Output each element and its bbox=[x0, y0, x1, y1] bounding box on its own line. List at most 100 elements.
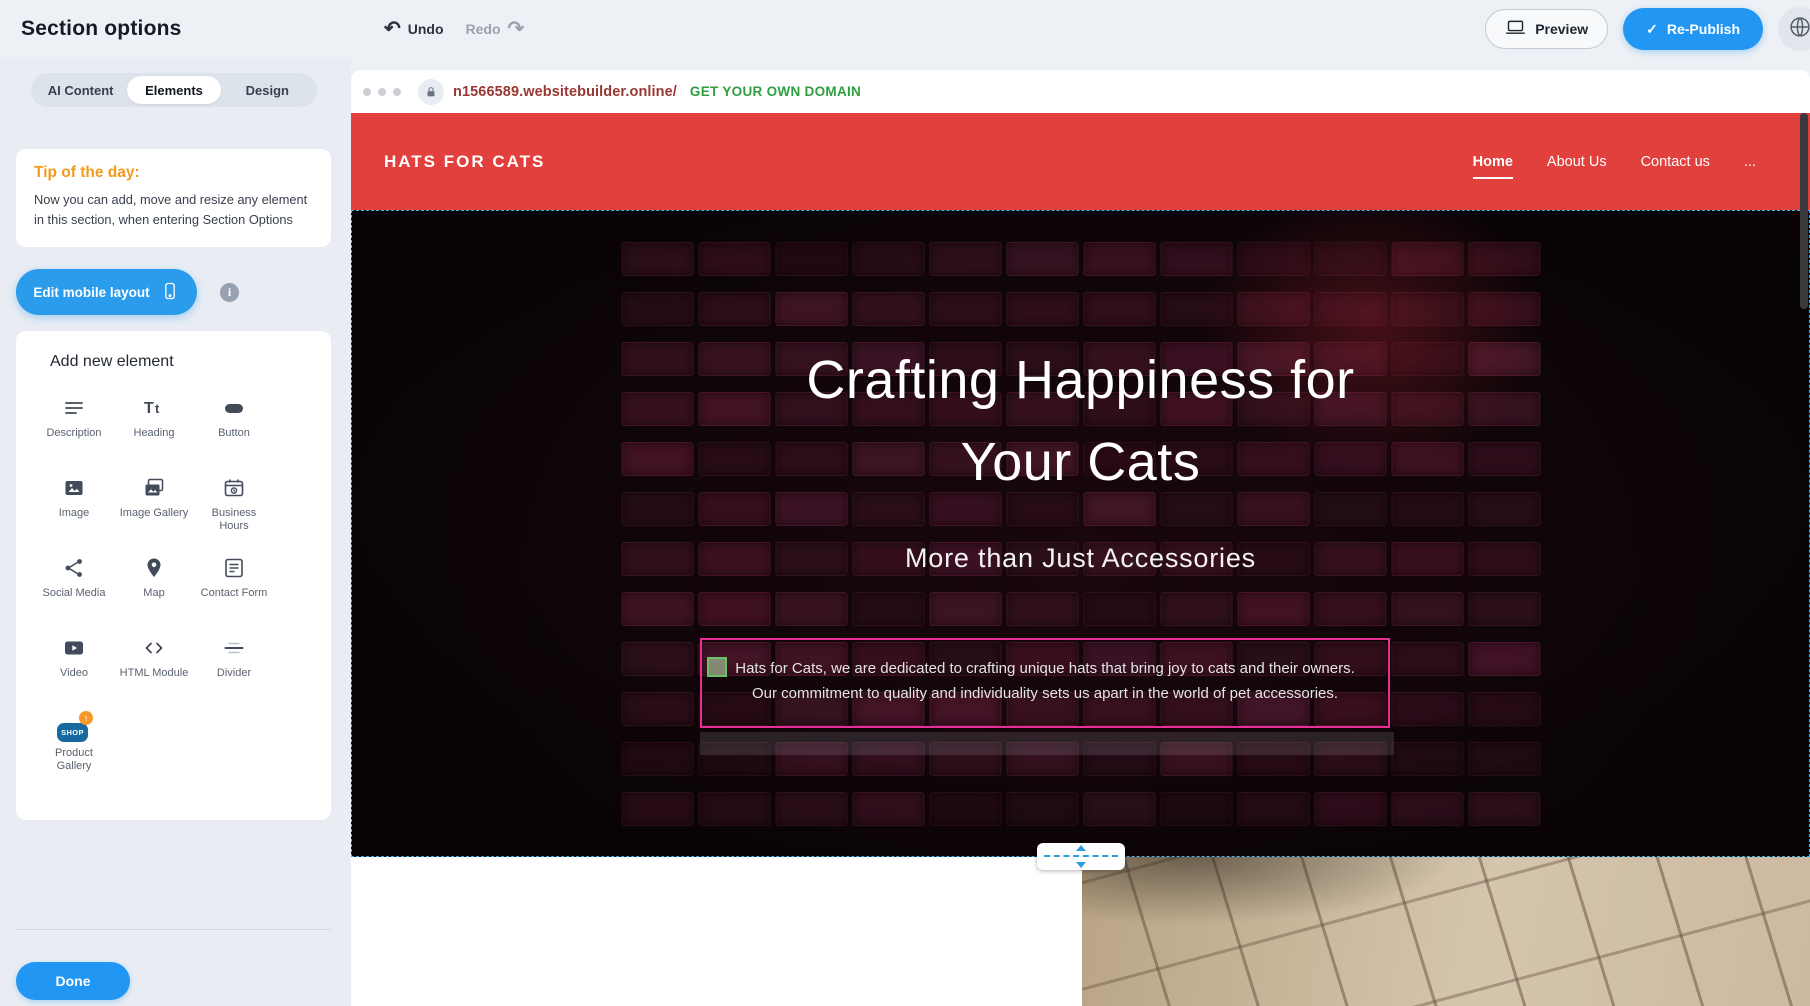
add-element-business-hours[interactable]: Business Hours bbox=[194, 473, 274, 553]
element-drag-handle[interactable] bbox=[707, 657, 727, 677]
tab-ai-content[interactable]: AI Content bbox=[34, 76, 127, 104]
add-element-html-module[interactable]: HTML Module bbox=[114, 633, 194, 713]
hero-tile bbox=[698, 592, 770, 626]
globe-icon bbox=[1787, 14, 1810, 45]
tab-elements[interactable]: Elements bbox=[127, 76, 220, 104]
selected-text-element[interactable]: Hats for Cats, we are dedicated to craft… bbox=[700, 638, 1390, 728]
svg-text:T: T bbox=[144, 400, 154, 417]
add-element-divider[interactable]: Divider bbox=[194, 633, 274, 713]
site-nav-more[interactable]: ... bbox=[1744, 154, 1756, 170]
republish-button[interactable]: ✓ Re-Publish bbox=[1623, 8, 1763, 50]
section-options-sidebar: AI ContentElementsDesign Tip of the day:… bbox=[0, 58, 351, 1006]
info-icon[interactable]: i bbox=[220, 283, 239, 302]
site-nav-home[interactable]: Home bbox=[1473, 154, 1513, 170]
hero-tile bbox=[1468, 642, 1540, 676]
hero-tile bbox=[1160, 592, 1232, 626]
hero-tile bbox=[1468, 242, 1540, 276]
site-logo: HATS FOR CATS bbox=[384, 152, 545, 172]
edit-mobile-layout-button[interactable]: Edit mobile layout bbox=[16, 269, 197, 315]
add-element-product-gallery[interactable]: SHOP↑Product Gallery bbox=[34, 713, 114, 793]
map-icon bbox=[142, 553, 166, 583]
image-gallery-icon bbox=[142, 473, 166, 503]
site-nav-contact-us[interactable]: Contact us bbox=[1641, 154, 1710, 170]
html-module-icon bbox=[142, 633, 166, 663]
element-margin-indicator bbox=[700, 732, 1394, 755]
next-section-photo bbox=[1082, 857, 1810, 1006]
hero-tile bbox=[1391, 292, 1463, 326]
social-media-icon bbox=[62, 553, 86, 583]
add-element-label: Video bbox=[60, 667, 88, 680]
description-icon bbox=[62, 393, 86, 423]
add-element-title: Add new element bbox=[50, 353, 331, 371]
hero-tile bbox=[1160, 792, 1232, 826]
section-resize-handle[interactable] bbox=[1037, 843, 1125, 870]
hero-tile bbox=[1314, 292, 1386, 326]
add-element-label: Map bbox=[143, 587, 164, 600]
hero-section-selected[interactable]: Crafting Happiness for Your Cats More th… bbox=[351, 210, 1810, 857]
get-domain-link[interactable]: GET YOUR OWN DOMAIN bbox=[690, 84, 861, 99]
add-element-button[interactable]: Button bbox=[194, 393, 274, 473]
sidebar-divider bbox=[16, 929, 331, 930]
headline-line: Your Cats bbox=[352, 421, 1809, 503]
hero-tile bbox=[929, 592, 1001, 626]
add-element-label: Image bbox=[59, 507, 90, 520]
window-dots bbox=[363, 88, 401, 96]
add-element-label: Contact Form bbox=[201, 587, 268, 600]
add-element-image[interactable]: Image bbox=[34, 473, 114, 553]
hero-tile bbox=[1083, 242, 1155, 276]
tip-title: Tip of the day: bbox=[34, 164, 313, 182]
hero-tile bbox=[1391, 642, 1463, 676]
next-section-background bbox=[351, 857, 1082, 1006]
hero-tile bbox=[698, 292, 770, 326]
language-globe-button[interactable] bbox=[1778, 7, 1810, 51]
sidebar-tabs: AI ContentElementsDesign bbox=[31, 73, 317, 107]
tab-design[interactable]: Design bbox=[221, 76, 314, 104]
add-element-label: Business Hours bbox=[199, 507, 269, 533]
headline-line: Crafting Happiness for bbox=[352, 339, 1809, 421]
hero-tile bbox=[1314, 592, 1386, 626]
hero-subheadline[interactable]: More than Just Accessories bbox=[352, 543, 1809, 574]
hero-tile bbox=[1468, 692, 1540, 726]
redo-icon: ↷ bbox=[508, 19, 525, 39]
check-icon: ✓ bbox=[1646, 21, 1658, 38]
hero-tile bbox=[621, 292, 693, 326]
contact-form-icon bbox=[222, 553, 246, 583]
preview-button[interactable]: Preview bbox=[1485, 9, 1608, 49]
add-element-map[interactable]: Map bbox=[114, 553, 194, 633]
redo-button[interactable]: Redo ↷ bbox=[466, 19, 525, 39]
add-element-label: Social Media bbox=[43, 587, 106, 600]
add-element-video[interactable]: Video bbox=[34, 633, 114, 713]
hero-tile bbox=[1237, 242, 1309, 276]
add-element-heading[interactable]: TtHeading bbox=[114, 393, 194, 473]
hero-tile bbox=[1006, 242, 1078, 276]
divider-icon bbox=[222, 633, 246, 663]
site-nav-about-us[interactable]: About Us bbox=[1547, 154, 1607, 170]
undo-button[interactable]: ↶ Undo bbox=[384, 19, 444, 39]
body-line: Hats for Cats, we are dedicated to craft… bbox=[702, 656, 1388, 681]
hero-tile bbox=[852, 242, 924, 276]
hero-tile bbox=[621, 692, 693, 726]
window-dot bbox=[363, 88, 371, 96]
hero-body-text: Hats for Cats, we are dedicated to craft… bbox=[702, 656, 1388, 706]
add-element-label: Description bbox=[46, 427, 101, 440]
hero-tile bbox=[1391, 592, 1463, 626]
mobile-layout-row: Edit mobile layout i bbox=[16, 269, 239, 315]
hero-tile bbox=[621, 242, 693, 276]
hero-tile bbox=[775, 242, 847, 276]
add-element-social-media[interactable]: Social Media bbox=[34, 553, 114, 633]
add-element-description[interactable]: Description bbox=[34, 393, 114, 473]
window-dot bbox=[378, 88, 386, 96]
add-element-contact-form[interactable]: Contact Form bbox=[194, 553, 274, 633]
done-button[interactable]: Done bbox=[16, 962, 130, 1000]
scrollbar[interactable] bbox=[1800, 113, 1808, 309]
hero-tile bbox=[929, 242, 1001, 276]
add-element-label: Image Gallery bbox=[120, 507, 188, 520]
add-element-image-gallery[interactable]: Image Gallery bbox=[114, 473, 194, 553]
hero-headline[interactable]: Crafting Happiness for Your Cats bbox=[352, 339, 1809, 503]
hero-tile bbox=[621, 792, 693, 826]
hero-tile bbox=[698, 242, 770, 276]
hero-tile bbox=[1391, 742, 1463, 776]
hero-tile bbox=[621, 592, 693, 626]
hero-tile bbox=[1237, 592, 1309, 626]
body-line: Our commitment to quality and individual… bbox=[702, 681, 1388, 706]
